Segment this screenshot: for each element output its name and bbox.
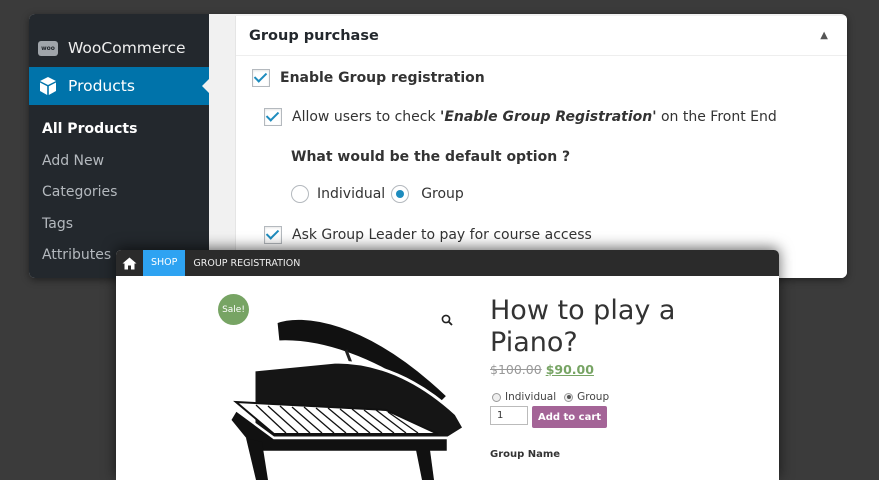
submenu-item-all-products[interactable]: All Products (29, 114, 209, 146)
admin-window: woo WooCommerce Products All Products Ad… (29, 14, 847, 278)
metabox-title: Group purchase (249, 27, 379, 44)
individual-label: Individual (317, 186, 386, 202)
group-name-label: Group Name (490, 449, 561, 460)
sidebar-item-woocommerce[interactable]: woo WooCommerce (29, 32, 209, 64)
enable-group-label: Enable Group registration (280, 70, 485, 86)
box-icon (40, 77, 56, 95)
group-label: Group (577, 391, 610, 403)
product-title: How to play a Piano? (490, 295, 676, 358)
group-radio[interactable] (391, 185, 410, 203)
allow-users-label: Allow users to check 'Enable Group Regis… (292, 109, 777, 125)
piano-product-image[interactable] (216, 310, 481, 480)
individual-radio[interactable] (492, 392, 501, 402)
sidebar-item-label: Products (68, 77, 135, 95)
enable-group-checkbox[interactable] (252, 69, 270, 87)
group-label: Group (421, 186, 464, 202)
submenu-item-categories[interactable]: Categories (29, 177, 209, 209)
breadcrumb-current: GROUP REGISTRATION (193, 257, 301, 269)
product-price: $100.00 $90.00 (490, 362, 594, 377)
collapse-arrow-icon[interactable]: ▲ (820, 30, 828, 41)
ask-leader-label: Ask Group Leader to pay for course acces… (292, 227, 592, 243)
individual-label: Individual (505, 391, 557, 403)
original-price: $100.00 (490, 362, 542, 377)
home-icon[interactable] (116, 250, 142, 276)
allow-users-suffix: on the Front End (656, 109, 777, 125)
default-option-question: What would be the default option ? (291, 149, 571, 165)
breadcrumb: SHOP GROUP REGISTRATION (116, 250, 779, 276)
ask-leader-row: Ask Group Leader to pay for course acces… (264, 226, 592, 244)
allow-users-row: Allow users to check 'Enable Group Regis… (264, 108, 777, 126)
breadcrumb-shop-link[interactable]: SHOP (143, 250, 186, 276)
woocommerce-logo-icon: woo (38, 40, 58, 56)
default-option-radios: Individual Group (291, 185, 464, 203)
shop-window: SHOP GROUP REGISTRATION Sale! How to pla… (116, 250, 779, 480)
enable-group-row: Enable Group registration (252, 69, 485, 87)
sale-price: $90.00 (545, 362, 594, 377)
ask-leader-checkbox[interactable] (264, 226, 282, 244)
purchase-option-radios: Individual Group (492, 391, 609, 403)
allow-users-checkbox[interactable] (264, 108, 282, 126)
allow-users-prefix: Allow users to check (292, 109, 441, 125)
metabox-header[interactable]: Group purchase ▲ (236, 16, 847, 56)
add-to-cart-button[interactable]: Add to cart (532, 406, 607, 428)
quantity-input[interactable]: 1 (490, 406, 528, 425)
allow-users-emphasis: 'Enable Group Registration' (440, 109, 657, 125)
sidebar-item-products[interactable]: Products (29, 67, 210, 105)
group-radio[interactable] (564, 392, 574, 402)
group-purchase-metabox: Group purchase ▲ Enable Group registrati… (235, 16, 847, 278)
submenu-item-tags[interactable]: Tags (29, 209, 209, 241)
submenu-item-add-new[interactable]: Add New (29, 146, 209, 178)
sidebar-item-label: WooCommerce (68, 39, 186, 57)
admin-sidebar: woo WooCommerce Products All Products Ad… (29, 14, 210, 278)
products-submenu: All Products Add New Categories Tags Att… (29, 114, 209, 272)
individual-radio[interactable] (291, 185, 309, 203)
zoom-icon[interactable] (441, 311, 453, 330)
